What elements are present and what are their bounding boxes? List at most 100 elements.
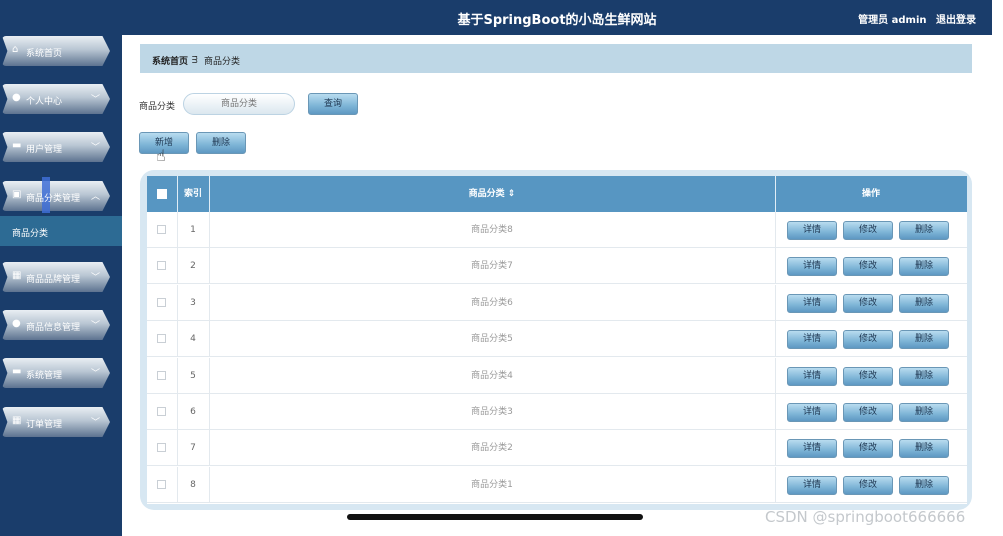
row-checkbox[interactable] [157, 225, 166, 234]
delete-button[interactable]: 删除 [899, 293, 949, 313]
chevron-down-icon: ﹀ [91, 143, 101, 153]
clipboard-icon: ▣ [12, 189, 22, 200]
row-checkbox[interactable] [157, 443, 166, 453]
detail-button[interactable]: 详情 [787, 257, 837, 277]
column-index: 索引 [183, 189, 202, 199]
row-checkbox[interactable] [157, 297, 166, 307]
row-index: 4 [190, 334, 196, 345]
grid-icon: ▦ [12, 270, 22, 281]
column-category[interactable]: 商品分类 ⇕ [209, 176, 775, 212]
batch-delete-button[interactable]: 删除 [196, 132, 246, 154]
edit-button[interactable]: 修改 [843, 439, 893, 459]
sidebar-item-label: 订单管理 [26, 420, 63, 430]
row-index: 3 [190, 297, 196, 308]
category-search-input[interactable] [183, 93, 295, 115]
table-body: 1 商品分类8 详情 修改 删除 2 商品分类7 详情 修改 删除 3 商品分类6 详情 修改 删除 4 商品分… [147, 212, 967, 504]
edit-button[interactable]: 修改 [843, 475, 893, 495]
select-all-cell[interactable] [147, 176, 177, 212]
sidebar-item-label: 系统首页 [26, 49, 63, 59]
sidebar-item-1[interactable]: ⌂ 系统首页 [0, 32, 122, 80]
detail-button[interactable]: 详情 [787, 221, 837, 240]
user-icon: ● [12, 92, 21, 103]
delete-button[interactable]: 删除 [899, 330, 949, 350]
table-row: 4 商品分类5 详情 修改 删除 [147, 321, 967, 358]
table-row: 8 商品分类1 详情 修改 删除 [147, 466, 967, 503]
sidebar-subitem-category[interactable]: 商品分类 [0, 216, 122, 246]
user-icon: ● [12, 318, 21, 329]
edit-button[interactable]: 修改 [843, 293, 893, 313]
sidebar-item-label: 商品信息管理 [26, 323, 81, 333]
sidebar-item-label: 用户管理 [26, 145, 63, 155]
chevron-down-icon: ﹀ [91, 95, 101, 105]
breadcrumb-separator-icon: ᴟ [192, 54, 198, 64]
row-index: 2 [190, 261, 196, 272]
detail-button[interactable]: 详情 [787, 403, 837, 422]
sidebar-item-3[interactable]: ▬ 用户管理 ﹀ [0, 128, 122, 176]
tv-icon: ▬ [12, 366, 22, 377]
sidebar-item-6[interactable]: ● 商品信息管理 ﹀ [0, 306, 122, 354]
search-label: 商品分类 [139, 102, 176, 112]
watermark: CSDN @springboot666666 [765, 508, 966, 526]
user-area: 管理员 admin 退出登录 [852, 11, 976, 26]
delete-button[interactable]: 删除 [899, 475, 949, 495]
sidebar-item-7[interactable]: ▬ 系统管理 ﹀ [0, 354, 122, 402]
table-row: 3 商品分类6 详情 修改 删除 [147, 284, 967, 321]
row-category: 商品分类5 [471, 334, 513, 345]
row-index: 6 [190, 407, 196, 417]
chevron-up-icon: ︿ [91, 192, 101, 202]
row-checkbox[interactable] [157, 407, 166, 416]
sidebar-item-label: 商品分类管理 [26, 194, 81, 204]
chevron-down-icon: ﹀ [91, 418, 101, 428]
detail-button[interactable]: 详情 [787, 330, 837, 350]
row-index: 5 [190, 370, 196, 381]
row-category: 商品分类8 [471, 225, 513, 235]
table-row: 1 商品分类8 详情 修改 删除 [147, 212, 967, 248]
sidebar-item-2[interactable]: ● 个人中心 ﹀ [0, 80, 122, 128]
edit-button[interactable]: 修改 [843, 403, 893, 422]
select-all-checkbox[interactable] [157, 189, 167, 199]
top-bar: 基于SpringBoot的小岛生鲜网站 管理员 admin 退出登录 [122, 0, 992, 35]
delete-button[interactable]: 删除 [899, 221, 949, 240]
breadcrumb-current: 商品分类 [204, 57, 241, 67]
sidebar-item-8[interactable]: ▦ 订单管理 ﹀ [0, 403, 122, 451]
delete-button[interactable]: 删除 [899, 439, 949, 459]
delete-button[interactable]: 删除 [899, 257, 949, 277]
edit-button[interactable]: 修改 [843, 257, 893, 277]
delete-button[interactable]: 删除 [899, 403, 949, 422]
edit-button[interactable]: 修改 [843, 221, 893, 240]
delete-button[interactable]: 删除 [899, 366, 949, 386]
table-row: 2 商品分类7 详情 修改 删除 [147, 248, 967, 285]
search-button[interactable]: 查询 [308, 93, 358, 115]
detail-button[interactable]: 详情 [787, 366, 837, 386]
sidebar-item-5[interactable]: ▦ 商品品牌管理 ﹀ [0, 258, 122, 306]
edit-button[interactable]: 修改 [843, 366, 893, 386]
row-checkbox[interactable] [157, 479, 166, 489]
row-category: 商品分类4 [471, 370, 513, 381]
breadcrumb-home[interactable]: 系统首页 [152, 54, 188, 67]
logout-link[interactable]: 退出登录 [936, 15, 976, 26]
edit-button[interactable]: 修改 [843, 330, 893, 350]
row-index: 8 [190, 479, 196, 490]
row-checkbox[interactable] [157, 261, 166, 271]
home-icon: ⌂ [12, 44, 19, 55]
row-index: 7 [190, 443, 196, 454]
sidebar-item-label: 系统管理 [26, 371, 63, 381]
table-row: 5 商品分类4 详情 修改 删除 [147, 357, 967, 394]
row-category: 商品分类1 [471, 479, 513, 490]
column-actions: 操作 [861, 189, 880, 199]
row-checkbox[interactable] [157, 370, 166, 380]
sidebar-item-label: 个人中心 [26, 97, 63, 107]
row-checkbox[interactable] [157, 334, 166, 344]
detail-button[interactable]: 详情 [787, 293, 837, 313]
scrollbar[interactable] [347, 514, 643, 520]
monitor-icon: ▬ [12, 140, 22, 151]
app-root: ⌂ 系统首页 ● 个人中心 ﹀ ▬ 用户管理 ﹀ ▣ 商品分类管理 ︿ ▦ 商品品牌管理 ﹀ ● 商品信息管理… [0, 0, 1003, 536]
sidebar: ⌂ 系统首页 ● 个人中心 ﹀ ▬ 用户管理 ﹀ ▣ 商品分类管理 ︿ ▦ 商品品牌管理 ﹀ ● 商品信息管理… [0, 0, 122, 536]
detail-button[interactable]: 详情 [787, 439, 837, 459]
mouse-cursor-icon: ☝ [156, 146, 166, 165]
row-category: 商品分类3 [471, 407, 513, 417]
row-index: 1 [190, 225, 196, 235]
detail-button[interactable]: 详情 [787, 475, 837, 495]
chevron-down-icon: ﹀ [91, 321, 101, 331]
row-category: 商品分类7 [471, 261, 513, 272]
